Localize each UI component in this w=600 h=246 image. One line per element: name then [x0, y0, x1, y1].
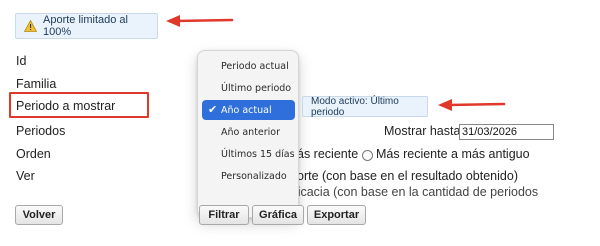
label-ver: Ver [16, 169, 35, 183]
dropdown-option-periodo-actual[interactable]: Periodo actual [202, 56, 295, 76]
annotation-arrow-top [166, 15, 234, 27]
limit-badge: Aporte limitado al 100% [15, 13, 158, 39]
dropdown-option-ultimo-periodo[interactable]: Último periodo [202, 78, 295, 98]
orden-radio-2[interactable] [362, 148, 373, 162]
orden-option-2[interactable]: Más reciente a más antiguo [376, 147, 530, 161]
modo-activo-badge: Modo activo: Último periodo [302, 95, 428, 118]
grafica-button[interactable]: Gráfica [252, 205, 304, 225]
warning-icon [23, 19, 38, 32]
checkmark-icon: ✔ [208, 103, 218, 116]
label-familia: Familia [16, 77, 57, 91]
volver-button[interactable]: Volver [15, 205, 63, 225]
label-periodos: Periodos [16, 124, 66, 138]
periodo-dropdown[interactable]: Periodo actual Último periodo ✔ Año actu… [197, 50, 299, 218]
filtrar-button[interactable]: Filtrar [199, 205, 249, 225]
dropdown-option-personalizado[interactable]: Personalizado [202, 166, 295, 186]
dropdown-option-ano-actual[interactable]: ✔ Año actual [202, 100, 295, 120]
annotation-arrow-modo [438, 99, 506, 111]
label-orden: Orden [16, 147, 51, 161]
dropdown-option-label: Año actual [221, 104, 272, 116]
orden-option-1[interactable]: ás reciente [297, 147, 358, 161]
modo-activo-text: Modo activo: Último periodo [311, 95, 399, 118]
exportar-button[interactable]: Exportar [307, 205, 366, 225]
mostrar-hasta-label: Mostrar hasta [384, 124, 461, 138]
mostrar-hasta-input[interactable]: 31/03/2026 [459, 124, 554, 140]
ver-option-1[interactable]: orte (con base en el resultado obtenido) [297, 169, 518, 183]
label-id: Id [16, 54, 27, 68]
dropdown-option-ultimos-15-dias[interactable]: Últimos 15 días [202, 144, 295, 164]
dropdown-option-ano-anterior[interactable]: Año anterior [202, 122, 295, 142]
limit-badge-text: Aporte limitado al 100% [43, 14, 128, 38]
highlight-box [9, 92, 149, 118]
